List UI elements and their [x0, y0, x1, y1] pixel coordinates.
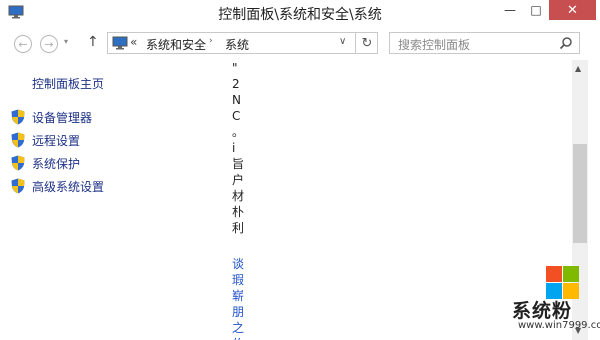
breadcrumb-overflow-icon[interactable]: « — [130, 35, 137, 49]
minimize-button[interactable]: — — [497, 0, 523, 20]
logo-square — [563, 266, 579, 282]
clipped-text-char: N — [232, 93, 241, 107]
clipped-link-char[interactable]: 之 — [232, 320, 244, 336]
address-dropdown-icon[interactable]: ∨ — [339, 36, 346, 47]
control-panel-icon — [112, 36, 128, 50]
watermark-name: 系统粉 — [512, 300, 573, 322]
address-bar[interactable]: « 系统和安全 › 系统 ∨ ↻ — [107, 32, 378, 54]
scrollbar-thumb[interactable] — [573, 144, 587, 243]
sidebar-item-device-manager[interactable]: 设备管理器 — [11, 108, 211, 126]
clipped-text-char: " — [232, 61, 238, 75]
search-box[interactable]: 搜索控制面板 — [389, 32, 580, 54]
search-icon[interactable] — [559, 36, 573, 50]
search-placeholder[interactable]: 搜索控制面板 — [398, 36, 470, 53]
clipped-link-char[interactable]: 伯 — [232, 336, 244, 340]
clipped-text-char: 朴 — [232, 205, 244, 219]
sidebar-item-label[interactable]: 设备管理器 — [32, 109, 92, 126]
clipped-text-char: i — [232, 141, 236, 155]
clipped-link-char[interactable]: 瑕 — [232, 272, 244, 288]
logo-square — [546, 266, 562, 282]
sidebar-item-advanced-settings[interactable]: 高级系统设置 — [11, 177, 211, 195]
sidebar-item-remote-settings[interactable]: 远程设置 — [11, 131, 211, 149]
clipped-text-char: 2 — [232, 77, 240, 91]
navigation-bar: ← → ▾ ↑ « 系统和安全 › 系统 ∨ ↻ 搜索控制面板 — [0, 28, 600, 60]
control-panel-home-link[interactable]: 控制面板主页 — [32, 75, 104, 92]
sidebar-item-system-protection[interactable]: 系统保护 — [11, 154, 211, 172]
title-bar: 控制面板\系统和安全\系统 — □ ✕ — [0, 0, 600, 28]
breadcrumb-system-security[interactable]: 系统和安全 — [146, 36, 206, 53]
shield-icon — [11, 109, 25, 125]
clipped-text-char: C — [232, 109, 241, 123]
sidebar-item-label[interactable]: 远程设置 — [32, 132, 80, 149]
clipped-text-char: 户 — [232, 173, 244, 187]
forward-button[interactable]: → — [40, 35, 58, 53]
back-button[interactable]: ← — [14, 35, 32, 53]
shield-icon — [11, 178, 25, 194]
clipped-link-char[interactable]: 谈 — [232, 256, 244, 272]
recent-locations-icon[interactable]: ▾ — [64, 37, 68, 46]
breadcrumb-chevron-icon[interactable]: › — [209, 36, 213, 46]
clipped-text-char: 。 — [232, 125, 244, 139]
watermark-url: www.win7999.com — [518, 320, 600, 331]
up-button[interactable]: ↑ — [87, 34, 99, 50]
shield-icon — [11, 132, 25, 148]
clipped-link-char[interactable]: 崭 — [232, 288, 244, 304]
clipped-text-char: 材 — [232, 189, 244, 203]
windows-logo-icon — [546, 266, 579, 299]
close-button[interactable]: ✕ — [549, 0, 596, 20]
scroll-up-arrow-icon[interactable]: ▲ — [575, 64, 581, 73]
refresh-button[interactable]: ↻ — [355, 33, 378, 53]
breadcrumb-system[interactable]: 系统 — [225, 36, 249, 53]
clipped-link-char[interactable]: 朋 — [232, 304, 244, 320]
maximize-button[interactable]: □ — [523, 0, 549, 20]
clipped-text-char: 利 — [232, 221, 244, 235]
sidebar-item-label[interactable]: 系统保护 — [32, 155, 80, 172]
sidebar-item-label[interactable]: 高级系统设置 — [32, 178, 104, 195]
shield-icon — [11, 155, 25, 171]
clipped-content-column: " 2 NC 。 i旨户材朴利谈瑕崭朋之伯 — [232, 60, 244, 340]
clipped-text-char: 旨 — [232, 157, 244, 171]
